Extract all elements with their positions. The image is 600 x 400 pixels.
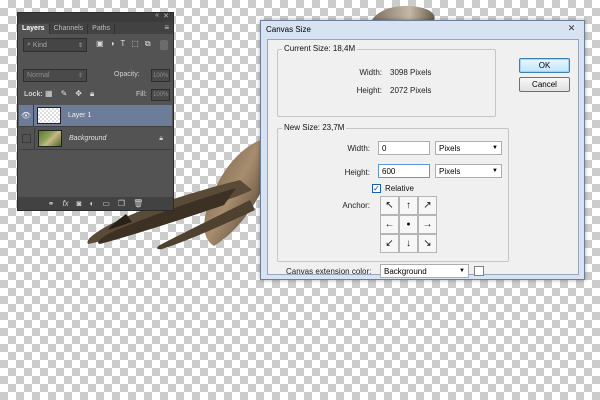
- opacity-label: Opacity:: [114, 71, 140, 78]
- anchor-center-dot-icon[interactable]: ●: [399, 215, 418, 234]
- height-input[interactable]: 600: [378, 164, 430, 178]
- pixel-filter-icon[interactable]: ▣: [96, 39, 104, 49]
- height-unit-value: Pixels: [439, 166, 461, 176]
- width-input[interactable]: 0: [378, 141, 430, 155]
- chevron-down-icon: ▼: [492, 145, 498, 151]
- layer-thumbnail: [37, 107, 61, 124]
- layers-panel: « ✕ Layers Channels Paths ≡ ⌕ Kind ⇕ ▣ ◑…: [17, 12, 174, 211]
- anchor-left-arrow-icon[interactable]: ←: [380, 215, 399, 234]
- panel-menu-icon[interactable]: ≡: [164, 23, 169, 32]
- current-width-label: Width:: [359, 68, 382, 77]
- lock-transparent-icon[interactable]: ▦: [45, 89, 53, 99]
- group-folder-icon[interactable]: ▭: [102, 199, 110, 208]
- filter-icons: ▣ ◑ T ⬚ ⧉: [96, 39, 151, 49]
- anchor-right-arrow-icon[interactable]: →: [418, 215, 437, 234]
- adjustment-filter-icon[interactable]: ◑: [110, 39, 115, 49]
- current-width-value: 3098 Pixels: [390, 68, 432, 77]
- new-size-legend: New Size: 23,7M: [282, 123, 347, 132]
- smart-object-filter-icon[interactable]: ⧉: [145, 39, 151, 49]
- width-unit-value: Pixels: [439, 143, 461, 153]
- dialog-title: Canvas Size: [266, 25, 311, 34]
- chevron-down-icon: ▼: [459, 268, 465, 274]
- collapse-panel-icon[interactable]: «: [155, 12, 159, 19]
- anchor-label: Anchor:: [342, 201, 370, 210]
- layer-row-background[interactable]: Background 🔒︎: [19, 128, 172, 150]
- layer-name[interactable]: Layer 1: [68, 112, 91, 119]
- chevron-down-icon: ▼: [492, 168, 498, 174]
- adjustment-icon[interactable]: ◐: [90, 199, 95, 208]
- mask-icon[interactable]: ◙: [77, 199, 82, 208]
- close-icon[interactable]: ✕: [566, 23, 577, 34]
- layer-divider: [34, 128, 35, 149]
- relative-checkbox[interactable]: ✓: [372, 184, 381, 193]
- layer-thumbnail: [38, 130, 62, 147]
- canvas-size-dialog: Canvas Size ✕ Current Size: 18,4M Width:…: [260, 20, 585, 280]
- anchor-bottom-left-arrow-icon[interactable]: ↙: [380, 234, 399, 253]
- lock-position-icon[interactable]: ✥: [75, 89, 82, 99]
- current-size-legend: Current Size: 18,4M: [282, 44, 358, 53]
- type-filter-icon[interactable]: T: [120, 39, 125, 49]
- lock-label: Lock:: [24, 91, 43, 98]
- lock-icons: ▦ ✎ ✥ 🔒︎: [45, 89, 94, 99]
- extension-color-swatch[interactable]: [474, 266, 484, 276]
- extension-color-label: Canvas extension color:: [286, 267, 372, 276]
- fill-label: Fill:: [136, 91, 147, 98]
- relative-label[interactable]: Relative: [385, 184, 414, 193]
- current-size-group: Current Size: 18,4M: [277, 44, 496, 117]
- filter-kind-label: Kind: [32, 41, 47, 49]
- anchor-top-left-arrow-icon[interactable]: ↖: [380, 196, 399, 215]
- tab-layers[interactable]: Layers: [18, 24, 50, 34]
- cancel-button[interactable]: Cancel: [519, 77, 570, 92]
- trash-icon[interactable]: 🗑︎: [133, 199, 143, 208]
- new-width-label: Width:: [347, 144, 370, 153]
- anchor-grid: ↖ ↑ ↗ ← ● → ↙ ↓ ↘: [380, 196, 437, 253]
- shape-filter-icon[interactable]: ⬚: [131, 39, 139, 49]
- tab-channels[interactable]: Channels: [50, 24, 89, 34]
- anchor-top-arrow-icon[interactable]: ↑: [399, 196, 418, 215]
- new-height-label: Height:: [344, 168, 370, 177]
- eye-icon[interactable]: 👁︎: [19, 111, 33, 120]
- extension-color-value: Background: [384, 266, 427, 276]
- blend-mode-value: Normal: [27, 72, 50, 79]
- filter-toggle-switch[interactable]: [160, 40, 168, 50]
- panel-titlebar[interactable]: « ✕: [18, 12, 173, 22]
- filter-kind-select[interactable]: ⌕ Kind ⇕: [23, 38, 87, 52]
- tab-paths[interactable]: Paths: [88, 24, 116, 34]
- lock-icon: 🔒︎: [159, 134, 163, 142]
- fill-field[interactable]: 100%: [151, 89, 170, 101]
- current-height-value: 2072 Pixels: [390, 86, 432, 95]
- blend-mode-select[interactable]: Normal ⇕: [23, 69, 87, 82]
- visibility-toggle[interactable]: [22, 134, 31, 143]
- panel-bottom-toolbar: ⚭ fx ◙ ◐ ▭ ❐ 🗑︎: [18, 197, 173, 210]
- chevron-down-icon: ⇕: [77, 73, 83, 79]
- layer-row-layer-1[interactable]: 👁︎ Layer 1: [19, 105, 172, 127]
- dialog-body: Current Size: 18,4M Width: 3098 Pixels H…: [267, 39, 579, 278]
- fx-icon[interactable]: fx: [62, 199, 68, 208]
- height-unit-select[interactable]: Pixels ▼: [435, 164, 502, 178]
- anchor-bottom-arrow-icon[interactable]: ↓: [399, 234, 418, 253]
- anchor-top-right-arrow-icon[interactable]: ↗: [418, 196, 437, 215]
- width-unit-select[interactable]: Pixels ▼: [435, 141, 502, 155]
- extension-color-select[interactable]: Background ▼: [380, 264, 469, 278]
- lock-pixels-icon[interactable]: ✎: [61, 89, 68, 99]
- anchor-bottom-right-arrow-icon[interactable]: ↘: [418, 234, 437, 253]
- panel-tabs: Layers Channels Paths ≡: [18, 22, 173, 34]
- opacity-field[interactable]: 100%: [151, 69, 170, 82]
- current-height-label: Height:: [356, 86, 382, 95]
- layer-divider: [33, 105, 34, 126]
- new-layer-icon[interactable]: ❐: [118, 199, 125, 208]
- ok-button[interactable]: OK: [519, 58, 570, 73]
- layer-name[interactable]: Background: [69, 135, 106, 142]
- chevron-down-icon: ⇕: [77, 42, 83, 49]
- lock-all-icon[interactable]: 🔒︎: [90, 89, 94, 99]
- close-panel-icon[interactable]: ✕: [163, 12, 169, 20]
- link-icon[interactable]: ⚭: [48, 199, 55, 208]
